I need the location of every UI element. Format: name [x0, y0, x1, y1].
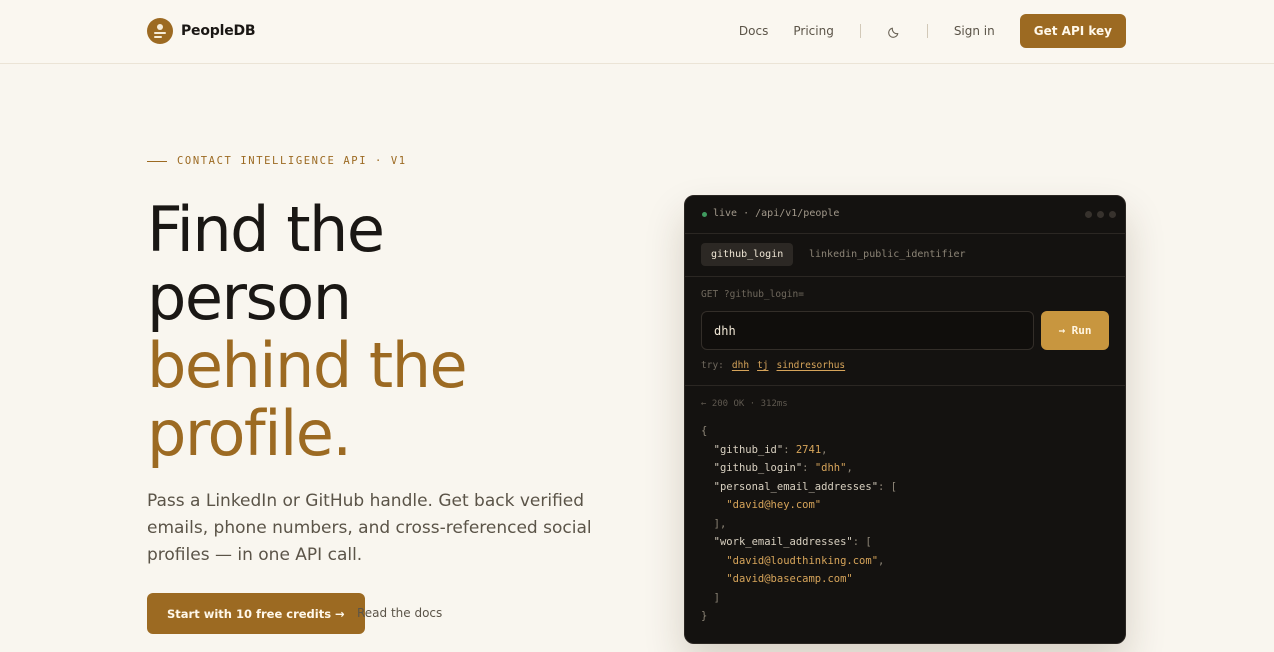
json-value: "david@basecamp.com"	[726, 573, 853, 585]
console-tabs: github_login linkedin_public_identifier	[685, 234, 1125, 277]
headline-accent-line: behind the	[147, 329, 468, 402]
window-controls	[1085, 211, 1116, 218]
get-api-key-button[interactable]: Get API key	[1019, 14, 1126, 48]
eyebrow-rule	[147, 160, 167, 162]
json-value: "david@hey.com"	[726, 499, 822, 511]
hero-description: Pass a LinkedIn or GitHub handle. Get ba…	[147, 491, 592, 565]
sign-in-link[interactable]: Sign in	[954, 24, 995, 38]
example-link[interactable]: sindresorhus	[777, 360, 846, 371]
nav-pricing-link[interactable]: Pricing	[793, 24, 833, 38]
try-examples: try: dhh tj sindresorhus	[701, 360, 845, 371]
try-label: try:	[701, 360, 724, 371]
headline-accent-line: profile.	[147, 397, 352, 470]
console-titlebar: live · /api/v1/people	[685, 196, 1125, 234]
response-json: { "github_id": 2741, "github_login": "dh…	[701, 425, 897, 622]
tab-linkedin-identifier[interactable]: linkedin_public_identifier	[799, 243, 976, 266]
request-panel: GET ?github_login= dhh → Run try: dhh tj…	[685, 277, 1125, 386]
json-value: "david@loudthinking.com"	[726, 554, 879, 567]
window-dot-icon	[1097, 211, 1104, 218]
nav-docs-link[interactable]: Docs	[739, 24, 768, 38]
site-header: PeopleDB Docs Pricing Sign in Get API ke…	[0, 0, 1274, 64]
headline-line: person	[147, 261, 352, 334]
nav-divider	[859, 24, 861, 38]
api-console: live · /api/v1/people github_login linke…	[684, 195, 1126, 644]
start-free-credits-button[interactable]: Start with 10 free credits →	[147, 593, 365, 634]
json-value: "dhh"	[814, 462, 847, 474]
tab-github-login[interactable]: github_login	[701, 243, 794, 266]
example-link[interactable]: tj	[757, 360, 768, 371]
logo-icon	[147, 18, 173, 44]
request-method-line: GET ?github_login=	[701, 289, 804, 300]
moon-icon[interactable]	[887, 24, 901, 38]
example-link[interactable]: dhh	[732, 360, 749, 371]
eyebrow-text: CONTACT INTELLIGENCE API · V1	[177, 155, 407, 167]
hero-eyebrow: CONTACT INTELLIGENCE API · V1	[147, 155, 407, 167]
json-value: 2741	[795, 443, 822, 456]
brand-name: PeopleDB	[181, 23, 256, 39]
nav-divider	[926, 24, 928, 38]
console-route: live · /api/v1/people	[713, 208, 840, 219]
read-docs-link[interactable]: Read the docs	[357, 606, 442, 620]
brand-logo[interactable]: PeopleDB	[147, 18, 256, 44]
top-nav: Docs Pricing Sign in Get API key	[739, 14, 1126, 48]
live-status-dot	[702, 212, 707, 217]
response-status: ← 200 OK · 312ms	[701, 399, 788, 409]
headline-line: Find the	[147, 193, 385, 266]
window-dot-icon	[1109, 211, 1116, 218]
hero-headline: Find the person behind the profile.	[147, 193, 468, 470]
run-button[interactable]: → Run	[1041, 311, 1109, 350]
handle-input[interactable]: dhh	[701, 311, 1034, 350]
window-dot-icon	[1085, 211, 1092, 218]
